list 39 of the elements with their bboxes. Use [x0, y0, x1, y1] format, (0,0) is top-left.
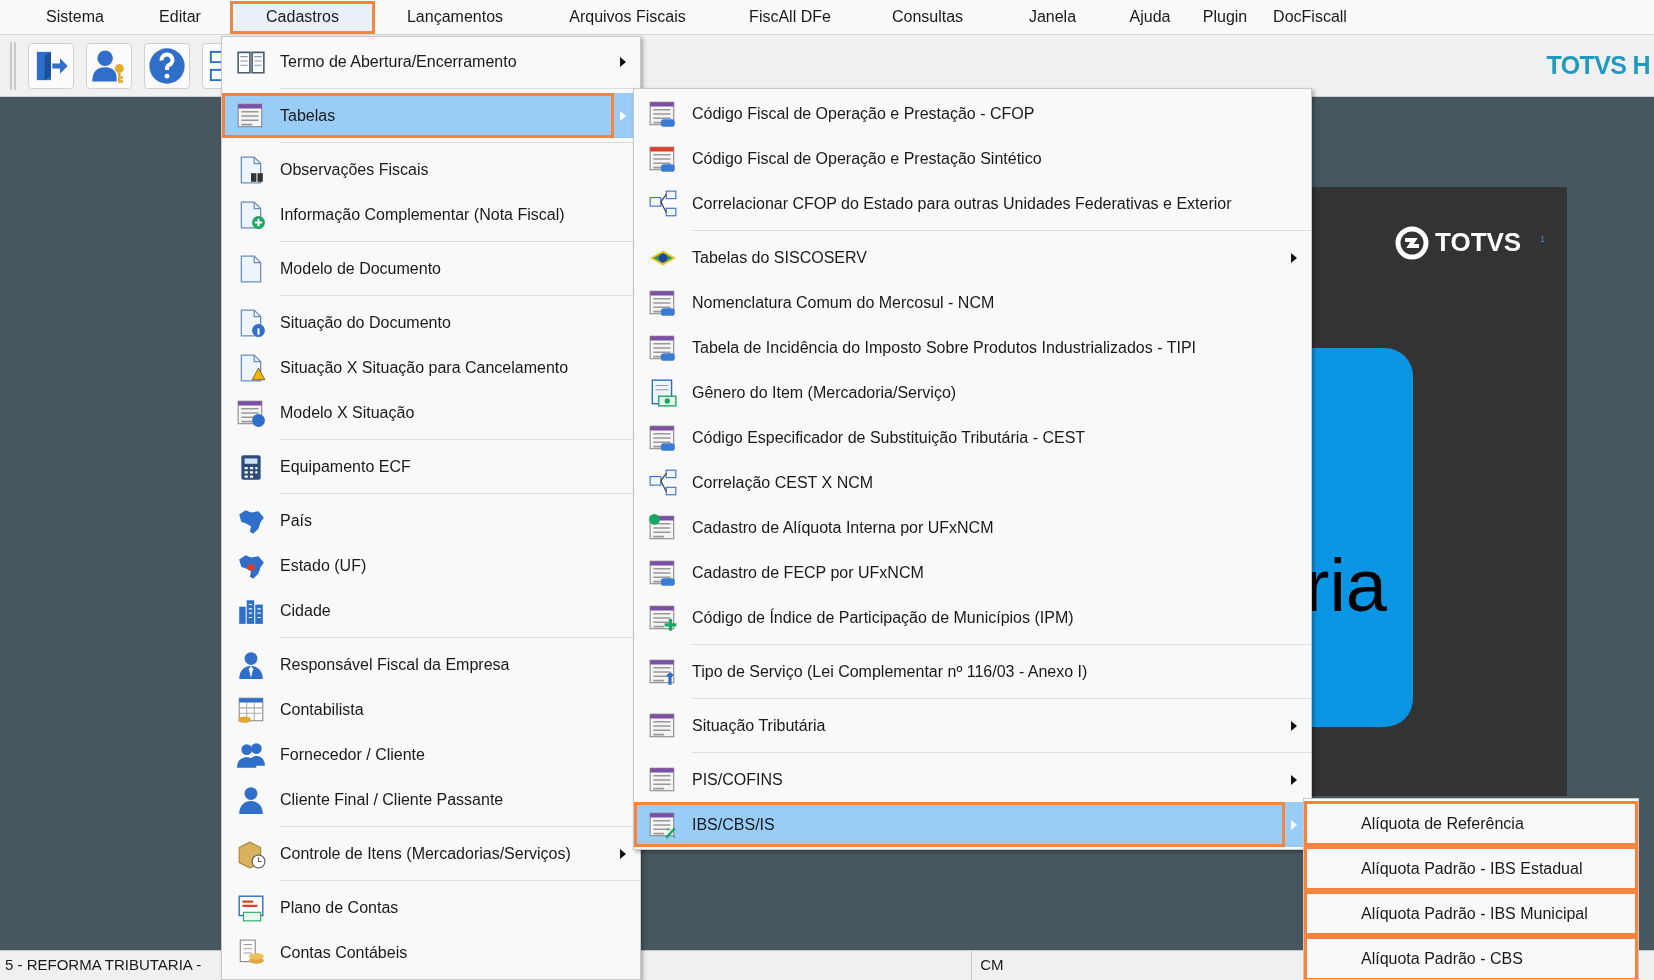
menu-bar-item[interactable]: Editar: [130, 0, 230, 34]
menu-bar-item[interactable]: Consultas: [860, 0, 995, 34]
caret-icon: [1291, 252, 1297, 263]
caret-icon: [620, 848, 626, 859]
diagram-icon: [648, 467, 678, 498]
menu-bar-item[interactable]: Plugin: [1190, 0, 1260, 34]
menu-item[interactable]: Alíquota Padrão - CBS: [1304, 936, 1638, 979]
logo-icon: [1395, 225, 1429, 260]
brand-text: TOTVS H: [1546, 49, 1650, 81]
menu-item[interactable]: Plano de Contas: [222, 885, 640, 930]
menu-item[interactable]: Alíquota Padrão - IBS Estadual: [1304, 846, 1638, 891]
menu-bar-item[interactable]: Ajuda: [1110, 0, 1190, 34]
caret-icon: [1291, 720, 1297, 731]
exit-door-icon[interactable]: [28, 42, 74, 89]
menu-item[interactable]: Termo de Abertura/Encerramento: [222, 39, 640, 84]
toolbar-grip-icon: [10, 41, 16, 90]
menu-bar-item[interactable]: Janela: [995, 0, 1110, 34]
menu-bar-item[interactable]: Lançamentos: [375, 0, 535, 34]
status-text: 5 - REFORMA TRIBUTARIA -: [4, 955, 202, 976]
help-icon[interactable]: [144, 42, 190, 89]
menu-item[interactable]: Alíquota de Referência: [1304, 801, 1638, 846]
caret-icon: [620, 110, 626, 121]
menu-item[interactable]: Alíquota Padrão - IBS Municipal: [1304, 891, 1638, 936]
menu-bar-item[interactable]: Arquivos Fiscais: [535, 0, 720, 34]
logo-text: TOTVS: [1435, 226, 1522, 259]
menu-bar-item[interactable]: Sistema: [20, 0, 130, 34]
caret-icon: [620, 56, 626, 67]
person-icon: [236, 784, 266, 815]
caret-icon: [1291, 774, 1297, 785]
diagram-icon: [648, 188, 678, 219]
menu-bar-item[interactable]: Cadastros: [230, 0, 375, 34]
user-key-icon[interactable]: [86, 42, 132, 89]
menu-bar-item[interactable]: FiscAll DFe: [720, 0, 860, 34]
menu-bar-item[interactable]: DocFiscall: [1260, 0, 1360, 34]
status-text: CM: [979, 955, 1004, 976]
menu-item[interactable]: Contas Contábeis: [222, 930, 640, 975]
badge-text: 1: [1540, 233, 1545, 246]
caret-icon: [1291, 819, 1297, 830]
person-icon: [236, 649, 266, 680]
